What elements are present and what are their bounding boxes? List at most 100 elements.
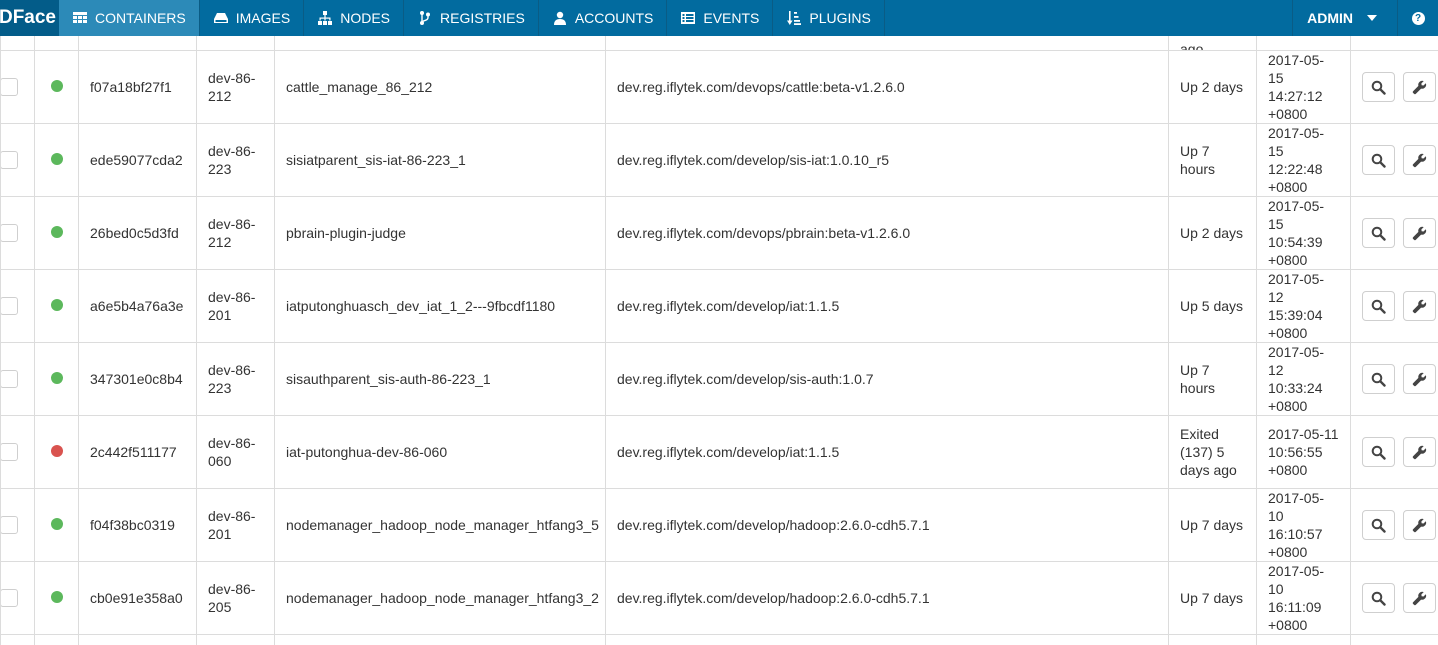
inspect-button[interactable] bbox=[1362, 145, 1395, 175]
table-row[interactable]: f04f38bc0319 dev-86-201 nodemanager_hado… bbox=[0, 488, 1438, 562]
brand-logo[interactable]: DFace bbox=[0, 0, 59, 36]
inspect-button[interactable] bbox=[1362, 72, 1395, 102]
row-checkbox[interactable] bbox=[1, 151, 18, 169]
row-checkbox[interactable] bbox=[1, 516, 18, 534]
container-name[interactable]: sisauthparent_sis-auth-86-223_1 bbox=[274, 342, 606, 416]
row-checkbox[interactable] bbox=[1, 224, 18, 242]
container-id[interactable]: f07a18bf27f1 bbox=[78, 50, 197, 124]
container-id[interactable]: 347301e0c8b4 bbox=[78, 342, 197, 416]
container-id[interactable]: ede59077cda2 bbox=[78, 123, 197, 197]
nav-label-nodes: NODES bbox=[340, 10, 391, 26]
status-text: Up 2 days bbox=[1168, 196, 1257, 270]
status-text: Up 7 hours bbox=[1168, 123, 1257, 197]
help-icon: ? bbox=[1411, 11, 1425, 25]
table-row[interactable]: cb0e91e358a0 dev-86-205 nodemanager_hado… bbox=[0, 561, 1438, 635]
settings-button[interactable] bbox=[1403, 583, 1436, 613]
row-checkbox[interactable] bbox=[1, 297, 18, 315]
user-menu[interactable]: ADMIN bbox=[1292, 0, 1398, 36]
table-row-partial: ago bbox=[0, 36, 1438, 51]
status-dot bbox=[50, 153, 63, 165]
wrench-icon bbox=[1412, 80, 1427, 94]
containers-table: ago f07a18bf27f1 dev-86-212 cattle_manag… bbox=[0, 36, 1438, 645]
nav-item-registries[interactable]: REGISTRIES bbox=[404, 0, 539, 36]
nav-item-containers[interactable]: CONTAINERS bbox=[59, 0, 200, 36]
container-id[interactable]: f04f38bc0319 bbox=[78, 488, 197, 562]
nav-item-accounts[interactable]: ACCOUNTS bbox=[539, 0, 668, 36]
row-checkbox[interactable] bbox=[1, 589, 18, 607]
created-time: 2017-05-12 10:33:24 +0800 bbox=[1256, 342, 1351, 416]
status-text: Up 7 days bbox=[1168, 561, 1257, 635]
settings-button[interactable] bbox=[1403, 291, 1436, 321]
image-name[interactable]: dev.reg.iflytek.com/devops/cattle:beta-v… bbox=[605, 50, 1169, 124]
nav-item-events[interactable]: EVENTS bbox=[667, 0, 774, 36]
help-button[interactable]: ? bbox=[1398, 0, 1438, 36]
inspect-button[interactable] bbox=[1362, 364, 1395, 394]
nav-label-plugins: PLUGINS bbox=[809, 10, 871, 26]
wrench-icon bbox=[1412, 299, 1427, 313]
user-name: ADMIN bbox=[1307, 10, 1353, 26]
containers-table-viewport: ago f07a18bf27f1 dev-86-212 cattle_manag… bbox=[0, 36, 1438, 645]
image-name[interactable]: dev.reg.iflytek.com/develop/sis-auth:1.0… bbox=[605, 342, 1169, 416]
nav-item-nodes[interactable]: NODES bbox=[304, 0, 405, 36]
created-time: 2017-05-12 15:39:04 +0800 bbox=[1256, 269, 1351, 343]
container-name[interactable]: sisiatparent_sis-iat-86-223_1 bbox=[274, 123, 606, 197]
table-row[interactable]: f07a18bf27f1 dev-86-212 cattle_manage_86… bbox=[0, 50, 1438, 124]
status-text: Up 2 days bbox=[1168, 50, 1257, 124]
wrench-icon bbox=[1412, 372, 1427, 386]
table-row[interactable]: ede59077cda2 dev-86-223 sisiatparent_sis… bbox=[0, 123, 1438, 197]
created-time: 2017-05-11 10:56:55 +0800 bbox=[1256, 415, 1351, 489]
image-name[interactable]: dev.reg.iflytek.com/develop/hadoop:2.6.0… bbox=[605, 561, 1169, 635]
image-name[interactable]: dev.reg.iflytek.com/devops/pbrain:beta-v… bbox=[605, 196, 1169, 270]
search-icon bbox=[1371, 518, 1386, 533]
settings-button[interactable] bbox=[1403, 364, 1436, 394]
top-navbar: DFace CONTAINERS IMAGES NODES REGISTRIES… bbox=[0, 0, 1438, 36]
settings-button[interactable] bbox=[1403, 145, 1436, 175]
node-name: dev-86-212 bbox=[196, 196, 275, 270]
table-row[interactable]: 347301e0c8b4 dev-86-223 sisauthparent_si… bbox=[0, 342, 1438, 416]
nav-item-plugins[interactable]: PLUGINS bbox=[773, 0, 885, 36]
sort-icon bbox=[787, 11, 802, 25]
container-name[interactable]: iat-putonghua-dev-86-060 bbox=[274, 415, 606, 489]
status-text: Up 5 days bbox=[1168, 269, 1257, 343]
created-time: 2017-05-15 12:22:48 +0800 bbox=[1256, 123, 1351, 197]
table-row[interactable]: 2c442f511177 dev-86-060 iat-putonghua-de… bbox=[0, 415, 1438, 489]
nav-item-images[interactable]: IMAGES bbox=[200, 0, 305, 36]
settings-button[interactable] bbox=[1403, 437, 1436, 467]
settings-button[interactable] bbox=[1403, 72, 1436, 102]
table-row[interactable]: 26bed0c5d3fd dev-86-212 pbrain-plugin-ju… bbox=[0, 196, 1438, 270]
status-dot bbox=[50, 518, 63, 530]
settings-button[interactable] bbox=[1403, 510, 1436, 540]
nav-label-images: IMAGES bbox=[235, 10, 291, 26]
row-checkbox[interactable] bbox=[1, 78, 18, 96]
search-icon bbox=[1371, 591, 1386, 606]
image-name[interactable]: dev.reg.iflytek.com/develop/iat:1.1.5 bbox=[605, 269, 1169, 343]
status-dot bbox=[50, 445, 63, 457]
inspect-button[interactable] bbox=[1362, 291, 1395, 321]
image-name[interactable]: dev.reg.iflytek.com/develop/iat:1.1.5 bbox=[605, 415, 1169, 489]
container-id[interactable]: 2c442f511177 bbox=[78, 415, 197, 489]
container-id[interactable]: 26bed0c5d3fd bbox=[78, 196, 197, 270]
container-name[interactable]: iatputonghuasch_dev_iat_1_2---9fbcdf1180 bbox=[274, 269, 606, 343]
inspect-button[interactable] bbox=[1362, 218, 1395, 248]
container-name[interactable]: cattle_manage_86_212 bbox=[274, 50, 606, 124]
status-text-partial: ago bbox=[1180, 41, 1204, 51]
status-text: Up 7 hours bbox=[1168, 342, 1257, 416]
container-name[interactable]: pbrain-plugin-judge bbox=[274, 196, 606, 270]
settings-button[interactable] bbox=[1403, 218, 1436, 248]
container-name[interactable]: nodemanager_hadoop_node_manager_htfang3_… bbox=[274, 561, 606, 635]
inspect-button[interactable] bbox=[1362, 510, 1395, 540]
container-name[interactable]: nodemanager_hadoop_node_manager_htfang3_… bbox=[274, 488, 606, 562]
row-checkbox[interactable] bbox=[1, 443, 18, 461]
container-id[interactable]: cb0e91e358a0 bbox=[78, 561, 197, 635]
table-row[interactable]: a6e5b4a76a3e dev-86-201 iatputonghuasch_… bbox=[0, 269, 1438, 343]
image-name[interactable]: dev.reg.iflytek.com/develop/sis-iat:1.0.… bbox=[605, 123, 1169, 197]
table-row-partial bbox=[0, 634, 1438, 645]
nav-label-containers: CONTAINERS bbox=[95, 10, 186, 26]
row-checkbox[interactable] bbox=[1, 370, 18, 388]
inspect-button[interactable] bbox=[1362, 437, 1395, 467]
sitemap-icon bbox=[318, 11, 333, 25]
inspect-button[interactable] bbox=[1362, 583, 1395, 613]
image-name[interactable]: dev.reg.iflytek.com/develop/hadoop:2.6.0… bbox=[605, 488, 1169, 562]
nav-label-accounts: ACCOUNTS bbox=[574, 10, 654, 26]
container-id[interactable]: a6e5b4a76a3e bbox=[78, 269, 197, 343]
